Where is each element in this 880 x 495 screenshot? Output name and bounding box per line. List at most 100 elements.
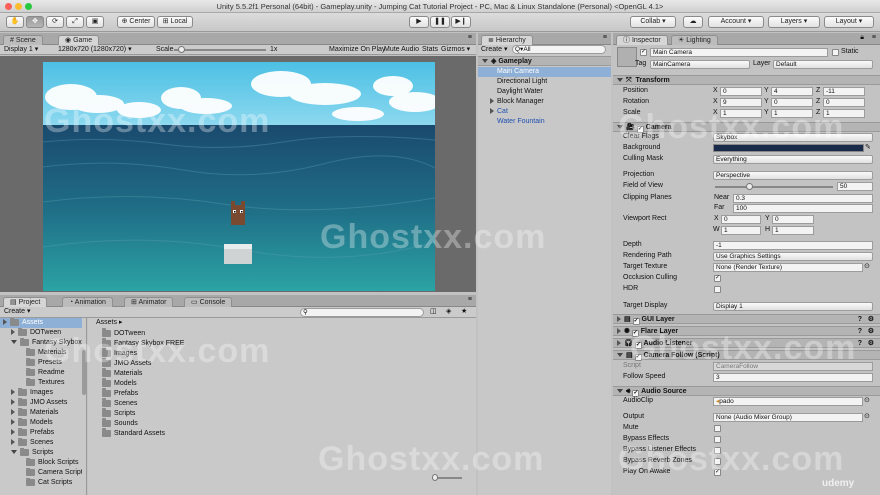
panel-menu-icon[interactable]: ≡ xyxy=(872,34,876,41)
help-icon[interactable]: ? xyxy=(858,327,862,337)
gizmos-dropdown[interactable]: Gizmos ▾ xyxy=(441,45,470,55)
project-tree-item[interactable]: Camera Script xyxy=(0,468,82,478)
tab-project[interactable]: ▤ Project xyxy=(3,297,48,307)
audio-toggle-checkbox[interactable]: ✓ xyxy=(714,469,721,476)
hierarchy-item[interactable]: Cat xyxy=(478,107,611,117)
fold-closed-icon[interactable] xyxy=(11,389,15,396)
project-tree-item[interactable]: Scripts xyxy=(0,448,82,458)
gear-icon[interactable]: ⚙ xyxy=(868,327,874,337)
project-tree-item[interactable]: DOTween xyxy=(0,328,82,338)
rotate-tool-button[interactable]: ⟳ xyxy=(46,16,64,28)
component-enabled-checkbox[interactable]: ✓ xyxy=(631,330,639,337)
viewport-h-field[interactable]: 1 xyxy=(772,226,814,235)
rect-tool-button[interactable]: ▣ xyxy=(86,16,104,28)
transform-z-field[interactable]: 0 xyxy=(823,98,865,107)
transform-header[interactable]: ⤧ Transform xyxy=(613,75,880,85)
zoom-window-icon[interactable] xyxy=(25,3,32,10)
project-folder-item[interactable]: JMO Assets xyxy=(102,357,151,369)
icon-size-slider-thumb[interactable] xyxy=(432,474,438,481)
fold-closed-icon[interactable] xyxy=(490,98,494,105)
filter-by-label-icon[interactable]: ◈ xyxy=(446,307,451,315)
object-picker-icon[interactable]: ⊙ xyxy=(864,262,870,272)
viewport-y-field[interactable]: 0 xyxy=(772,215,814,224)
help-icon[interactable]: ? xyxy=(858,339,862,349)
lock-icon[interactable]: 🔒︎ xyxy=(860,34,864,42)
project-folder-item[interactable]: Images xyxy=(102,347,137,359)
near-field[interactable]: 0.3 xyxy=(733,194,873,203)
component-header[interactable]: ✺ ✓ Flare Layer? ⚙ xyxy=(613,326,880,337)
project-tree-item[interactable]: Fantasy Skybox F xyxy=(0,338,82,348)
eyedropper-icon[interactable]: ✎ xyxy=(865,143,871,153)
project-folder-item[interactable]: Fantasy Skybox FREE xyxy=(102,337,184,349)
project-tree-item[interactable]: Materials xyxy=(0,348,82,358)
audio-clip-field[interactable]: ◂pado xyxy=(713,397,863,406)
scale-slider[interactable] xyxy=(174,46,266,53)
tab-hierarchy[interactable]: ≣ Hierarchy xyxy=(481,35,533,45)
object-name-field[interactable]: Main Camera xyxy=(650,48,828,57)
transform-x-field[interactable]: 9 xyxy=(720,98,762,107)
transform-y-field[interactable]: 1 xyxy=(771,109,813,118)
hierarchy-item[interactable]: Daylight Water xyxy=(478,87,611,97)
transform-z-field[interactable]: -11 xyxy=(823,87,865,96)
project-tree-item[interactable]: JMO Assets xyxy=(0,398,82,408)
rendering-path-dropdown[interactable]: Use Graphics Settings xyxy=(713,252,873,261)
project-tree-item[interactable]: Scenes xyxy=(0,438,82,448)
target-display-dropdown[interactable]: Display 1 xyxy=(713,302,873,311)
audio-toggle-checkbox[interactable] xyxy=(714,458,721,465)
pivot-space-button[interactable]: ⊞ Local xyxy=(157,16,193,28)
panel-menu-icon[interactable]: ≡ xyxy=(468,34,472,41)
component-enabled-checkbox[interactable]: ✓ xyxy=(632,318,640,325)
project-create-dropdown[interactable]: Create ▾ xyxy=(4,307,30,317)
project-tree-item[interactable]: Presets xyxy=(0,358,82,368)
project-folder-item[interactable]: Standard Assets xyxy=(102,427,165,439)
fold-closed-icon[interactable] xyxy=(3,319,7,326)
help-icon[interactable]: ? xyxy=(858,315,862,325)
panel-menu-icon[interactable]: ≡ xyxy=(603,34,607,41)
clear-flags-dropdown[interactable]: Skybox xyxy=(713,133,873,142)
project-folder-item[interactable]: Materials xyxy=(102,367,142,379)
project-tree-item[interactable]: Models xyxy=(0,418,82,428)
target-texture-field[interactable]: None (Render Texture) xyxy=(713,263,863,272)
project-folder-item[interactable]: Models xyxy=(102,377,137,389)
play-button[interactable]: ▶ xyxy=(409,16,429,28)
transform-z-field[interactable]: 1 xyxy=(823,109,865,118)
project-tree-item[interactable]: Block Scripts xyxy=(0,458,82,468)
icon-size-slider[interactable] xyxy=(432,474,462,481)
audio-toggle-checkbox[interactable] xyxy=(714,436,721,443)
hierarchy-item[interactable]: Block Manager xyxy=(478,97,611,107)
project-tree-item[interactable]: Textures xyxy=(0,378,82,388)
project-folder-item[interactable]: Prefabs xyxy=(102,387,138,399)
filter-by-type-icon[interactable]: ◫ xyxy=(430,307,437,315)
static-checkbox[interactable] xyxy=(832,49,839,56)
tree-scrollbar[interactable] xyxy=(82,350,86,395)
game-render[interactable] xyxy=(43,62,435,291)
transform-x-field[interactable]: 0 xyxy=(720,87,762,96)
fold-closed-icon[interactable] xyxy=(11,399,15,406)
hdr-checkbox[interactable] xyxy=(714,286,721,293)
project-folder-item[interactable]: Sounds xyxy=(102,417,138,429)
background-color-swatch[interactable] xyxy=(713,144,864,152)
fold-closed-icon[interactable] xyxy=(11,329,15,336)
hand-tool-button[interactable]: ✋ xyxy=(6,16,24,28)
fold-closed-icon[interactable] xyxy=(11,419,15,426)
camera-header[interactable]: 🎥︎ ✓ Camera xyxy=(613,122,880,133)
layout-dropdown[interactable]: Layout ▾ xyxy=(824,16,874,28)
display-dropdown[interactable]: Display 1 ▾ xyxy=(4,45,54,55)
mute-audio-toggle[interactable]: Mute Audio xyxy=(384,45,419,55)
fold-open-icon[interactable] xyxy=(11,340,17,345)
stats-toggle[interactable]: Stats xyxy=(422,45,438,55)
tab-animation[interactable]: ◔ Animation xyxy=(62,297,113,307)
project-tree-item[interactable]: Prefabs xyxy=(0,428,82,438)
projection-dropdown[interactable]: Perspective xyxy=(713,171,873,180)
layer-dropdown[interactable]: Default xyxy=(773,60,873,69)
tag-dropdown[interactable]: MainCamera xyxy=(650,60,750,69)
hierarchy-search-input[interactable]: Q▾All xyxy=(512,45,606,54)
move-tool-button[interactable]: ✥ xyxy=(26,16,44,28)
fov-slider-thumb[interactable] xyxy=(746,183,754,190)
scale-slider-thumb[interactable] xyxy=(178,46,186,53)
culling-mask-dropdown[interactable]: Everything xyxy=(713,155,873,164)
collab-button[interactable]: Collab ▾ xyxy=(630,16,676,28)
project-tree-item[interactable]: Images xyxy=(0,388,82,398)
object-picker-icon[interactable]: ⊙ xyxy=(864,412,870,422)
tab-animator[interactable]: ⊞ Animator xyxy=(124,297,174,307)
